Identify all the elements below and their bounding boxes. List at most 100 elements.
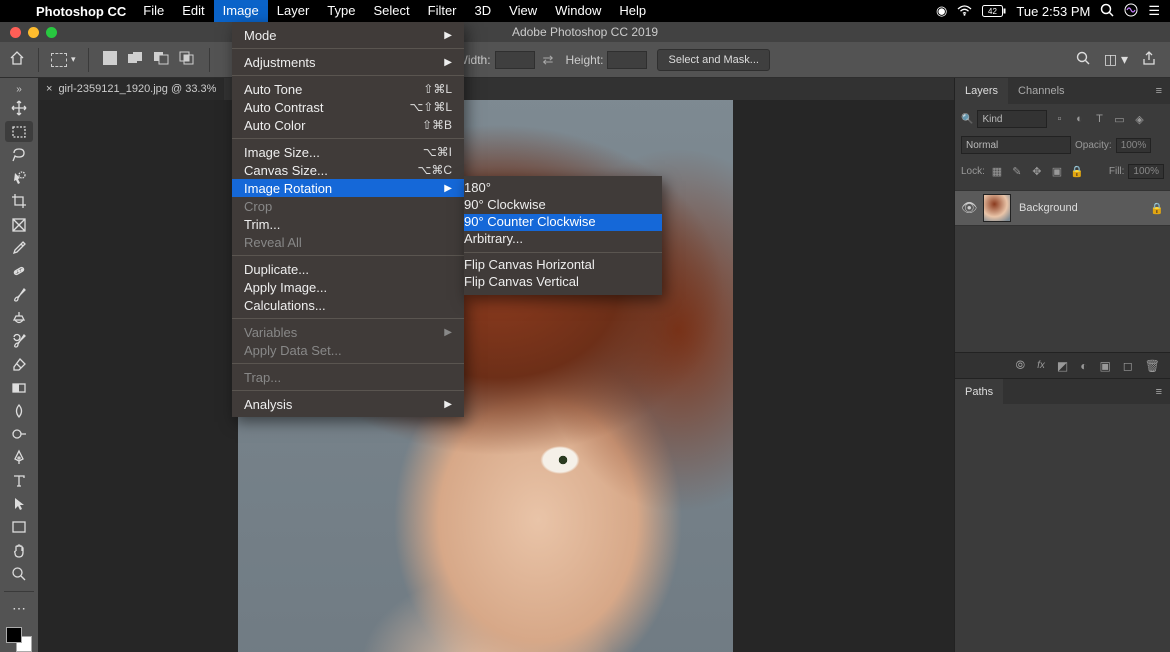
panel-menu-icon[interactable]: ≡ [1148, 78, 1170, 104]
submenu-arbitrary[interactable]: Arbitrary... [464, 231, 662, 248]
menu-canvas-size[interactable]: Canvas Size...⌥⌘C [232, 161, 464, 179]
paths-tab[interactable]: Paths [955, 379, 1003, 404]
eraser-tool[interactable] [5, 354, 33, 375]
document-tab[interactable]: × girl-2359121_1920.jpg @ 33.3% [38, 78, 224, 100]
menu-filter[interactable]: Filter [419, 0, 466, 22]
frame-tool[interactable] [5, 214, 33, 235]
menu-duplicate[interactable]: Duplicate... [232, 260, 464, 278]
clock[interactable]: Tue 2:53 PM [1016, 4, 1090, 19]
menu-file[interactable]: File [134, 0, 173, 22]
zoom-tool[interactable] [5, 563, 33, 584]
fx-icon[interactable]: fx [1037, 360, 1045, 371]
menu-mode[interactable]: Mode▶ [232, 26, 464, 44]
search-icon[interactable] [1076, 51, 1090, 68]
channels-tab[interactable]: Channels [1008, 78, 1074, 104]
submenu-90-cw[interactable]: 90° Clockwise [464, 197, 662, 214]
fill-value[interactable]: 100% [1128, 164, 1164, 179]
trash-icon[interactable]: 🗑 [1145, 359, 1160, 373]
cc-icon[interactable]: ◉ [936, 3, 947, 19]
marquee-tool[interactable] [5, 121, 33, 142]
submenu-flip-horizontal[interactable]: Flip Canvas Horizontal [464, 257, 662, 274]
clone-stamp-tool[interactable] [5, 307, 33, 328]
menu-window[interactable]: Window [546, 0, 610, 22]
lasso-tool[interactable] [5, 144, 33, 165]
menu-apply-image[interactable]: Apply Image... [232, 278, 464, 296]
menu-image[interactable]: Image [214, 0, 268, 22]
history-brush-tool[interactable] [5, 330, 33, 351]
width-field[interactable] [495, 51, 535, 69]
share-icon[interactable] [1142, 51, 1156, 68]
menu-3d[interactable]: 3D [466, 0, 501, 22]
hand-tool[interactable] [5, 540, 33, 561]
brush-tool[interactable] [5, 284, 33, 305]
lock-artboard-icon[interactable]: ✥ [1029, 163, 1045, 179]
menu-trim[interactable]: Trim... [232, 215, 464, 233]
menu-edit[interactable]: Edit [173, 0, 213, 22]
layer-thumbnail[interactable] [983, 194, 1011, 222]
expand-panel-icon[interactable]: » [16, 84, 22, 96]
menu-auto-color[interactable]: Auto Color⇧⌘B [232, 116, 464, 134]
menu-analysis[interactable]: Analysis▶ [232, 395, 464, 413]
home-icon[interactable] [0, 51, 34, 69]
quick-select-tool[interactable] [5, 167, 33, 188]
wifi-icon[interactable] [957, 4, 972, 19]
filter-adjust-icon[interactable]: ◐ [1071, 111, 1087, 127]
healing-tool[interactable] [5, 261, 33, 282]
link-icon[interactable]: ⦾ [1015, 358, 1025, 373]
app-name[interactable]: Photoshop CC [28, 4, 134, 19]
lock-pixels-icon[interactable]: ▦ [989, 163, 1005, 179]
minimize-window-button[interactable] [28, 27, 39, 38]
menu-help[interactable]: Help [610, 0, 655, 22]
selection-new-icon[interactable] [103, 51, 117, 65]
blur-tool[interactable] [5, 400, 33, 421]
eyedropper-tool[interactable] [5, 237, 33, 258]
rectangle-tool[interactable] [5, 517, 33, 538]
select-and-mask-button[interactable]: Select and Mask... [657, 49, 770, 71]
layer-filter-kind[interactable]: Kind [977, 110, 1047, 128]
opacity-value[interactable]: 100% [1116, 138, 1152, 153]
menu-layer[interactable]: Layer [268, 0, 319, 22]
tool-preset-picker[interactable]: ▾ [43, 53, 84, 67]
color-swatches[interactable] [6, 627, 32, 652]
selection-intersect-icon[interactable] [179, 51, 195, 68]
menu-adjustments[interactable]: Adjustments▶ [232, 53, 464, 71]
submenu-180[interactable]: 180° [464, 180, 662, 197]
adjustment-icon[interactable]: ◐ [1080, 359, 1087, 373]
menu-calculations[interactable]: Calculations... [232, 296, 464, 314]
workspace-icon[interactable]: ◫ ▾ [1104, 51, 1128, 68]
filter-smart-icon[interactable]: ◈ [1131, 111, 1147, 127]
crop-tool[interactable] [5, 191, 33, 212]
spotlight-icon[interactable] [1100, 3, 1114, 20]
menu-type[interactable]: Type [318, 0, 364, 22]
selection-subtract-icon[interactable] [153, 51, 169, 68]
mask-icon[interactable]: ◩ [1057, 359, 1068, 373]
close-window-button[interactable] [10, 27, 21, 38]
control-center-icon[interactable]: ☰ [1148, 3, 1160, 19]
gradient-tool[interactable] [5, 377, 33, 398]
fullscreen-window-button[interactable] [46, 27, 57, 38]
selection-add-icon[interactable] [127, 51, 143, 68]
menu-image-size[interactable]: Image Size...⌥⌘I [232, 143, 464, 161]
filter-pixel-icon[interactable]: ▫ [1051, 111, 1067, 127]
new-layer-icon[interactable]: ◻ [1123, 359, 1133, 373]
pen-tool[interactable] [5, 447, 33, 468]
close-tab-icon[interactable]: × [46, 83, 52, 95]
lock-nesting-icon[interactable]: ▣ [1049, 163, 1065, 179]
edit-toolbar-icon[interactable]: ⋯ [5, 598, 33, 619]
submenu-flip-vertical[interactable]: Flip Canvas Vertical [464, 274, 662, 291]
dodge-tool[interactable] [5, 424, 33, 445]
height-field[interactable] [607, 51, 647, 69]
visibility-icon[interactable]: 👁 [961, 200, 975, 216]
group-icon[interactable]: ▣ [1099, 359, 1110, 373]
menu-view[interactable]: View [500, 0, 546, 22]
layers-tab[interactable]: Layers [955, 78, 1008, 104]
filter-shape-icon[interactable]: ▭ [1111, 111, 1127, 127]
menu-auto-tone[interactable]: Auto Tone⇧⌘L [232, 80, 464, 98]
submenu-90-ccw[interactable]: 90° Counter Clockwise [464, 214, 662, 231]
menu-image-rotation[interactable]: Image Rotation▶ [232, 179, 464, 197]
path-select-tool[interactable] [5, 493, 33, 514]
blend-mode-select[interactable]: Normal [961, 136, 1071, 154]
paths-menu-icon[interactable]: ≡ [1148, 379, 1170, 404]
swap-icon[interactable]: ⇄ [543, 52, 554, 68]
battery-icon[interactable]: 42 [982, 5, 1006, 17]
